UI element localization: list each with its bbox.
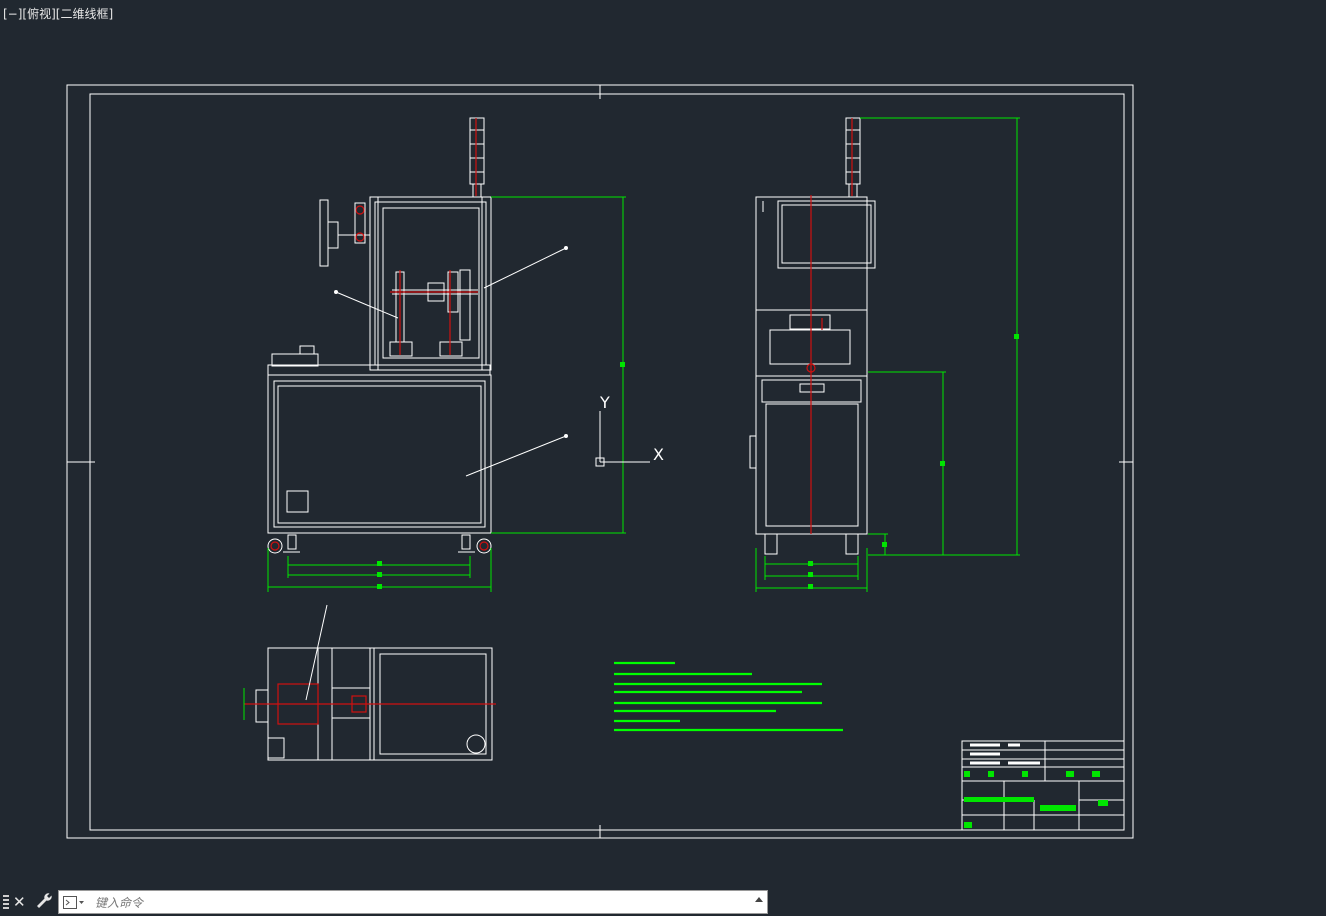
close-icon[interactable]: ✕ xyxy=(13,893,26,911)
command-input[interactable] xyxy=(93,893,737,913)
scroll-up-icon[interactable] xyxy=(755,897,763,902)
side-view xyxy=(749,117,876,555)
grip-icon[interactable] xyxy=(3,895,9,911)
command-input-box[interactable] xyxy=(58,890,768,914)
drawing-canvas[interactable]: Y X xyxy=(0,0,1326,888)
front-view-centerlines xyxy=(270,118,489,551)
front-view-dim-markers xyxy=(377,362,625,589)
wrench-icon[interactable] xyxy=(34,891,54,911)
ucs-x-label: X xyxy=(653,445,664,464)
top-view-leader xyxy=(305,604,328,701)
front-view-leaders xyxy=(334,246,568,477)
front-view xyxy=(267,117,492,554)
command-line-bar: ✕ xyxy=(0,888,1326,916)
command-prompt-icon[interactable] xyxy=(63,896,85,910)
technical-notes xyxy=(614,661,843,732)
ucs-y-label: Y xyxy=(599,393,610,412)
side-view-dimensions xyxy=(755,117,1020,592)
title-block-labels xyxy=(970,743,1040,765)
